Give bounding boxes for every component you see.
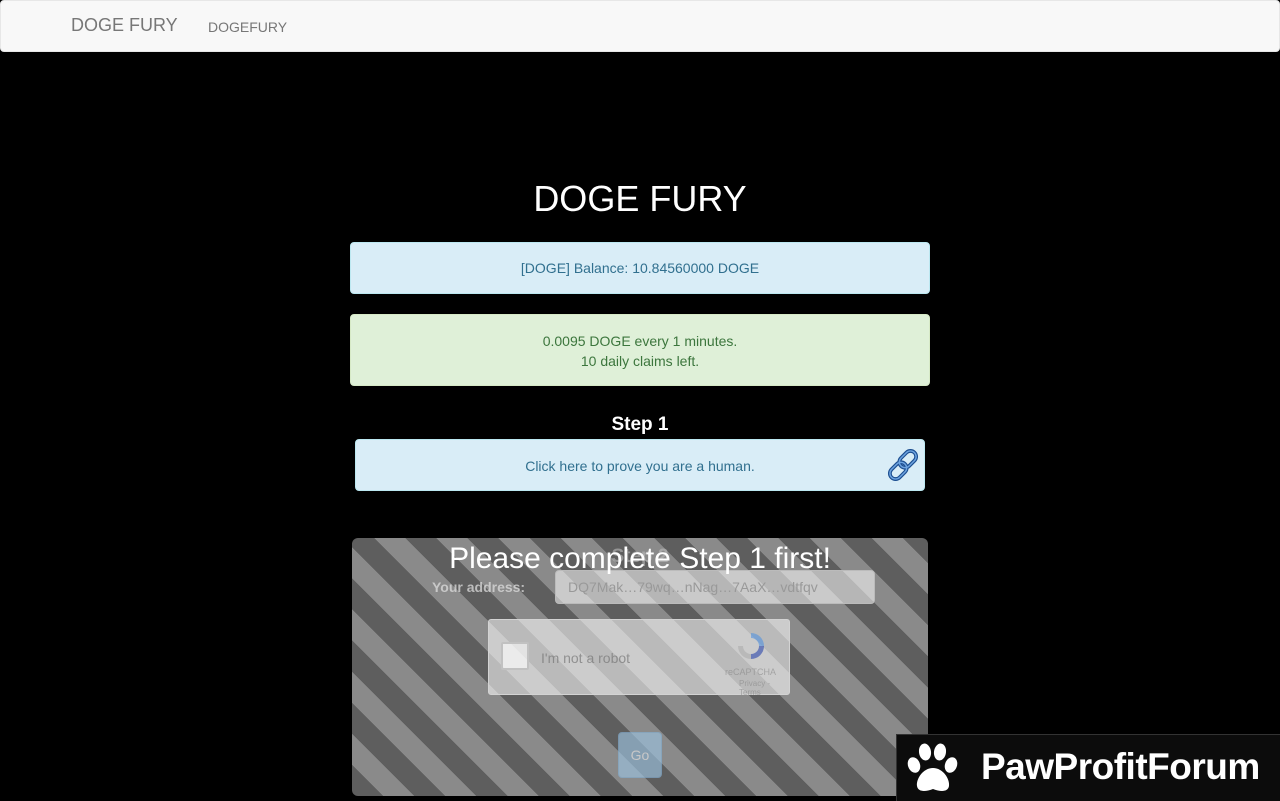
prove-human-link[interactable]: Click here to prove you are a human. — [355, 439, 925, 491]
complete-step1-message: Please complete Step 1 first! — [449, 542, 831, 575]
step2-panel-disabled: Step 2 Your address: I'm not a robot reC… — [352, 538, 928, 796]
chain-link-icon — [887, 449, 919, 481]
claim-button[interactable]: Go — [618, 732, 662, 778]
claims-left-text: 10 daily claims left. — [580, 353, 700, 369]
paw-icon — [907, 743, 958, 791]
page-title: DOGE FURY — [533, 178, 747, 219]
recaptcha-terms[interactable]: Privacy - Terms — [739, 679, 789, 697]
navbar-brand[interactable]: DOGE FURY — [71, 15, 178, 36]
recaptcha-widget[interactable]: I'm not a robot reCAPTCHA Privacy - Term… — [488, 619, 790, 697]
balance-text: [DOGE] Balance: 10.84560000 DOGE — [520, 260, 760, 276]
top-navbar: DOGE FURY DOGEFURY — [0, 0, 1280, 52]
recaptcha-logo-icon — [738, 633, 764, 659]
recaptcha-label: I'm not a robot — [541, 650, 631, 666]
recaptcha-checkbox[interactable] — [501, 642, 529, 670]
recaptcha-brand: reCAPTCHA — [725, 667, 777, 677]
reward-rate-text: 0.0095 DOGE every 1 minutes. — [542, 333, 738, 349]
address-label: Your address: — [432, 579, 526, 595]
step1-heading: Step 1 — [611, 414, 669, 435]
watermark-text: PawProfitForum — [981, 746, 1260, 787]
balance-alert: [DOGE] Balance: 10.84560000 DOGE — [350, 242, 930, 294]
reward-alert: 0.0095 DOGE every 1 minutes. 10 daily cl… — [350, 314, 930, 386]
watermark-banner: PawProfitForum — [896, 734, 1280, 801]
prove-human-text[interactable]: Click here to prove you are a human. — [525, 458, 755, 474]
navbar-link-dogefury[interactable]: DOGEFURY — [208, 19, 287, 35]
